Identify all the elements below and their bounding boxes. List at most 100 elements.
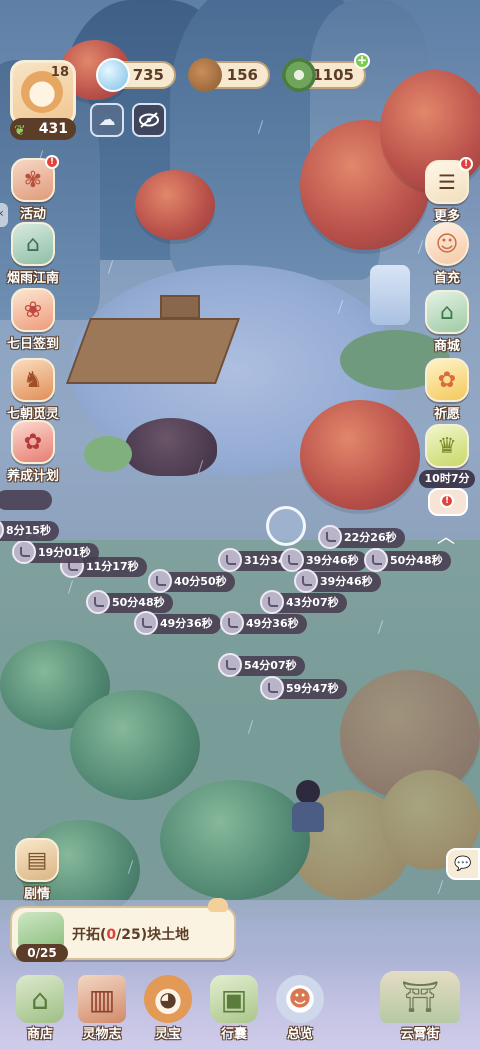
growth-plan-button[interactable]: ✿ 养成计划 (0, 420, 66, 484)
crop-timer[interactable]: 22分26秒 (318, 525, 405, 549)
more-button[interactable]: ☰ ! 更多 (414, 157, 480, 224)
maple-tree (300, 400, 420, 510)
clock-icon (148, 569, 172, 593)
bush (70, 690, 200, 800)
wooden-deck[interactable] (65, 318, 241, 384)
girl-icon: ☺ (425, 222, 469, 266)
cat-peek-icon (208, 898, 228, 912)
shop-label: 商店 (26, 1027, 53, 1042)
wish-label: 祈愿 (433, 407, 460, 422)
spirit-pet-button[interactable]: ◕ 灵宝 (138, 975, 198, 1042)
character-body (292, 802, 324, 832)
backpack-button[interactable]: ▣ 行囊 (204, 975, 264, 1042)
chat-button[interactable]: 💬 (446, 848, 480, 880)
crop-timer[interactable]: 54分07秒 (218, 653, 305, 677)
codex-button[interactable]: ▥ 灵物志 (72, 975, 132, 1042)
weather-button[interactable]: ☁ (90, 103, 124, 137)
harvest-target-marker[interactable] (266, 506, 306, 546)
clock-icon (0, 518, 4, 542)
hide-ui-button[interactable] (132, 103, 166, 137)
seven-day-signin-button[interactable]: ❀ 七日签到 (0, 288, 66, 352)
activity-button[interactable]: ✾ ! 活动 (0, 155, 66, 222)
crop-timer[interactable]: 40分50秒 (148, 569, 235, 593)
add-jade-button[interactable]: + (354, 53, 370, 69)
acorn-currency[interactable]: 156 (188, 58, 270, 92)
qichao-miling-button[interactable]: ♞ 七朝觅灵 (0, 358, 66, 422)
collapse-right-button[interactable]: ︿ (434, 523, 458, 548)
clock-icon (218, 653, 242, 677)
pavilion-icon: ⌂ (11, 222, 55, 266)
leaf-icon: ❦ (14, 123, 26, 139)
overview-button[interactable]: ☻ 总览 (270, 975, 330, 1042)
crop-timer[interactable]: 8分15秒 (0, 518, 59, 542)
turtle-shell[interactable] (125, 418, 217, 476)
notification-badge: ! (440, 494, 454, 508)
overview-label: 总览 (286, 1027, 313, 1042)
deck-railing (160, 295, 200, 319)
cloud-street-label: 云霄街 (400, 1027, 440, 1042)
crop-timer[interactable]: 59分47秒 (260, 676, 347, 700)
clock-icon (294, 569, 318, 593)
crop-timer[interactable]: 43分07秒 (260, 590, 347, 614)
folding-fan-icon: ❀ (11, 288, 55, 332)
scroll-icon: ▤ (15, 838, 59, 882)
chat-bubble-icon: 💬 (454, 856, 472, 872)
shop-icon: ⌂ (425, 290, 469, 334)
clock-icon (218, 548, 242, 572)
crop-timer[interactable]: 50分48秒 (86, 590, 173, 614)
clock-icon (86, 590, 110, 614)
water-drop-icon (96, 58, 130, 92)
expand-side-arrow[interactable]: ‹ (0, 203, 8, 227)
crop-timer[interactable]: 39分46秒 (294, 569, 381, 593)
notification-badge: ! (459, 157, 473, 171)
jade-currency[interactable]: 1105 + (282, 53, 370, 92)
eye-off-icon (139, 112, 159, 128)
gate-icon: ⛩ (380, 971, 460, 1023)
clock-icon (280, 548, 304, 572)
task-current: 0 (106, 927, 117, 943)
fox-icon: ♞ (11, 358, 55, 402)
crop-timer[interactable]: 50分48秒 (364, 548, 451, 572)
acorn-icon (188, 58, 222, 92)
chevron-up-icon: ︿ (437, 527, 455, 548)
water-currency[interactable]: 735 (96, 58, 176, 92)
corgi-icon: ◕ (144, 975, 192, 1023)
flower-icon: ✿ (425, 358, 469, 402)
task-panel[interactable]: 0/25 开拓(0/25)块土地 (10, 898, 236, 962)
crop-timer[interactable]: 49分36秒 (220, 611, 307, 635)
codex-label: 灵物志 (82, 1027, 122, 1042)
maple-tree (135, 170, 215, 240)
wish-button[interactable]: ✿ 祈愿 (414, 358, 480, 422)
character-head[interactable] (296, 780, 320, 804)
clock-icon (364, 548, 388, 572)
growth-plan-label: 养成计划 (6, 469, 59, 484)
water-value: 735 (132, 66, 164, 84)
game-scene[interactable] (0, 0, 480, 1050)
shop-mall-label: 商城 (433, 339, 460, 354)
crop-timer[interactable]: 39分46秒 (280, 548, 367, 572)
lucky-bag-timer: 10时7分 (419, 470, 475, 488)
side-tab[interactable] (0, 490, 52, 510)
backpack-label: 行囊 (220, 1027, 247, 1042)
cloud-rain-icon: ☁ (98, 110, 116, 130)
activity-label: 活动 (19, 207, 46, 222)
task-text: 开拓(0/25)块土地 (72, 927, 190, 943)
shop-mall-button[interactable]: ⌂ 商城 (414, 290, 480, 354)
astronaut-icon: ☻ (276, 975, 324, 1023)
first-recharge-button[interactable]: ☺ 首充 (414, 222, 480, 286)
lucky-bag-icon: ♛ (425, 424, 469, 468)
player-level: 18 (50, 65, 69, 80)
lucky-bag-button[interactable]: ♛ 10时7分 (414, 424, 480, 488)
red-envelope-button[interactable]: ! (428, 488, 468, 516)
shop-button[interactable]: ⌂ 商店 (10, 975, 70, 1042)
story-button[interactable]: ▤ 剧情 (4, 838, 70, 902)
crop-timer[interactable]: 19分01秒 (12, 540, 99, 564)
book-icon: ▥ (78, 975, 126, 1023)
cloud-street-button[interactable]: ⛩ 云霄街 (372, 971, 468, 1042)
spirit-pet-label: 灵宝 (154, 1027, 181, 1042)
yanyu-jiangnan-button[interactable]: ⌂ 烟雨江南 (0, 222, 66, 286)
player-avatar[interactable]: 18 (10, 60, 76, 126)
bag-icon: ▣ (210, 975, 258, 1023)
crop-timer[interactable]: 49分36秒 (134, 611, 221, 635)
clock-icon (134, 611, 158, 635)
